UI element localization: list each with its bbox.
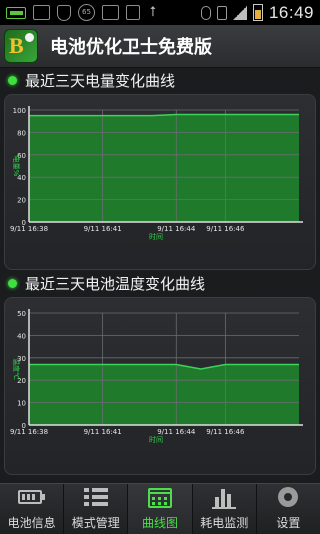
section-title: 最近三天电池温度变化曲线 <box>25 274 206 293</box>
x-tick-label: 9/11 16:38 <box>10 428 48 436</box>
calendar-chart-icon <box>146 485 174 509</box>
battery-charging-icon <box>252 4 263 21</box>
status-led-icon <box>8 278 17 288</box>
y-tick-label: 40 <box>17 332 26 340</box>
battery-level-chart: 0204060801009/11 16:38 9/11 16:41 9/11 16:… <box>10 106 303 241</box>
upload-icon: ⭡ <box>149 4 157 20</box>
x-tick-label: 9/11 16:41 <box>84 225 122 233</box>
y-axis-label: 电量% <box>12 156 21 177</box>
section-title: 最近三天电量变化曲线 <box>25 71 176 90</box>
list-icon <box>82 485 110 509</box>
bluetooth-icon <box>200 5 211 20</box>
nav-label: 设置 <box>276 516 301 530</box>
data-area <box>29 364 299 425</box>
status-bar: 65 ⭡ 16:49 <box>0 0 320 25</box>
chart-panel-temperature: 0 10 20 30 40 50 9/11 16:38 9/11 16:41 9/11 16:4… <box>4 297 316 475</box>
nav-power-monitor[interactable]: 耗电监测 <box>193 484 257 534</box>
y-axis-label: 温度℃ <box>12 358 21 380</box>
nav-label: 曲线图 <box>142 516 179 530</box>
clock-65-icon: 65 <box>78 4 95 21</box>
bar-chart-icon <box>210 485 238 509</box>
nav-curve-chart[interactable]: 曲线图 <box>128 484 193 534</box>
app-title-bar: B 电池优化卫士免费版 <box>0 25 320 68</box>
y-tick-label: 50 <box>17 310 26 318</box>
data-area <box>29 114 299 222</box>
chart-panel-battery: 0 20 40 60 80 100 9/11 16:38 9/11 16:41 9/11 16:… <box>4 94 316 270</box>
nav-mode-management[interactable]: 模式管理 <box>64 484 129 534</box>
nav-battery-info[interactable]: 电池信息 <box>0 484 65 534</box>
gear-icon <box>274 485 302 509</box>
clock: 16:49 <box>268 2 314 22</box>
y-tick-label: 20 <box>17 197 26 205</box>
x-tick-label: 9/11 16:44 <box>157 428 196 436</box>
battery-app-icon <box>6 6 26 19</box>
x-tick-label: 9/11 16:44 <box>157 225 196 233</box>
battery-icon <box>17 485 46 509</box>
shield-icon <box>57 4 71 21</box>
x-tick-label: 9/11 16:38 <box>10 225 48 233</box>
section-battery-temperature: 最近三天电池温度变化曲线 <box>0 270 320 296</box>
bottom-nav: 电池信息 模式管理 曲线图 耗电监测 设置 <box>0 483 320 534</box>
notification-badge: 65 <box>82 8 91 16</box>
y-tick-label: 10 <box>17 400 26 408</box>
signal-icon <box>232 5 247 20</box>
nav-label: 电池信息 <box>7 516 56 530</box>
nav-label: 耗电监测 <box>200 516 249 530</box>
nav-label: 模式管理 <box>71 516 120 530</box>
x-tick-label: 9/11 16:46 <box>206 428 245 436</box>
x-tick-label: 9/11 16:41 <box>84 428 122 436</box>
y-tick-label: 80 <box>17 129 26 137</box>
section-battery-level: 最近三天电量变化曲线 <box>0 67 320 93</box>
vibrate-icon <box>216 5 227 20</box>
battery-temperature-chart: 010203040509/11 16:38 9/11 16:41 9/11 16:4… <box>10 309 303 444</box>
page-title: 电池优化卫士免费版 <box>50 37 212 58</box>
x-axis-label: 时间 <box>149 435 163 444</box>
app-logo-letter: B <box>9 33 24 58</box>
app-logo-icon: B <box>4 29 38 63</box>
y-tick-label: 100 <box>13 107 26 115</box>
x-axis-label: 时间 <box>149 232 163 241</box>
notification-icon <box>102 5 119 20</box>
nav-settings[interactable]: 设置 <box>257 484 320 534</box>
x-tick-label: 9/11 16:46 <box>206 225 245 233</box>
download-icon <box>126 5 140 20</box>
usb-icon <box>33 5 50 20</box>
status-led-icon <box>8 75 17 85</box>
